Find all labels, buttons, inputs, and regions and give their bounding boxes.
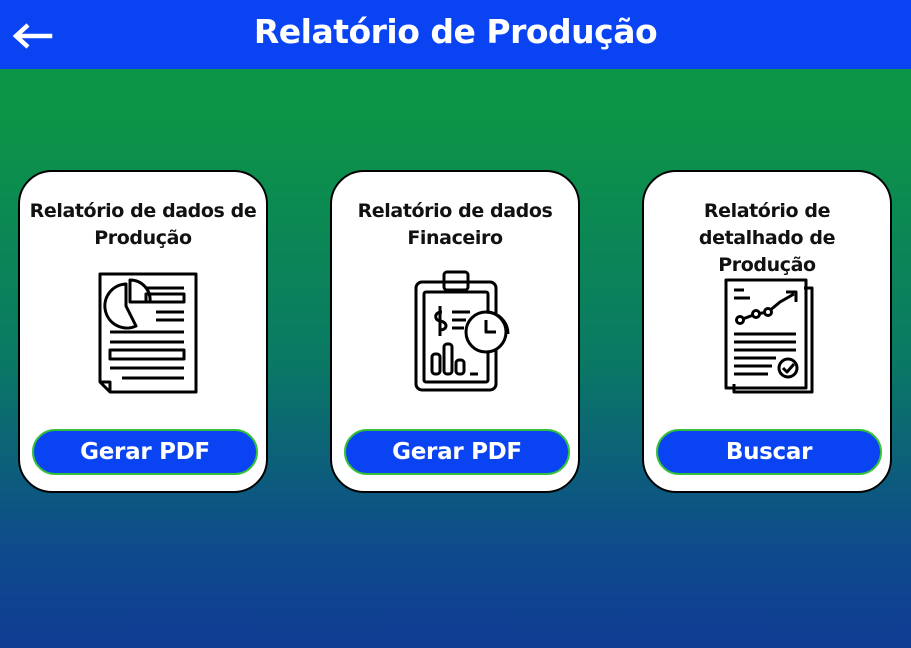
card-title: Relatório de dados de Produção xyxy=(29,200,257,249)
page-title: Relatório de Produção xyxy=(253,12,658,51)
card-production-data: Relatório de dados de Produção Gerar PDF xyxy=(18,170,268,493)
card-title: Relatório de dados Finaceiro xyxy=(357,200,553,249)
card-detailed-production: Relatório de detalhado de Produção Busca… xyxy=(642,170,892,493)
document-pie-chart-icon xyxy=(98,272,198,394)
search-button[interactable]: Buscar xyxy=(656,429,882,475)
top-bar: Relatório de Produção xyxy=(0,0,911,69)
generate-pdf-button[interactable]: Gerar PDF xyxy=(32,429,258,475)
generate-pdf-button[interactable]: Gerar PDF xyxy=(344,429,570,475)
report-trend-line-icon xyxy=(724,278,814,394)
card-title: Relatório de detalhado de Produção xyxy=(698,200,836,276)
clipboard-finance-chart-icon xyxy=(414,270,510,392)
card-financial-data: Relatório de dados Finaceiro Gerar PDF xyxy=(330,170,580,493)
